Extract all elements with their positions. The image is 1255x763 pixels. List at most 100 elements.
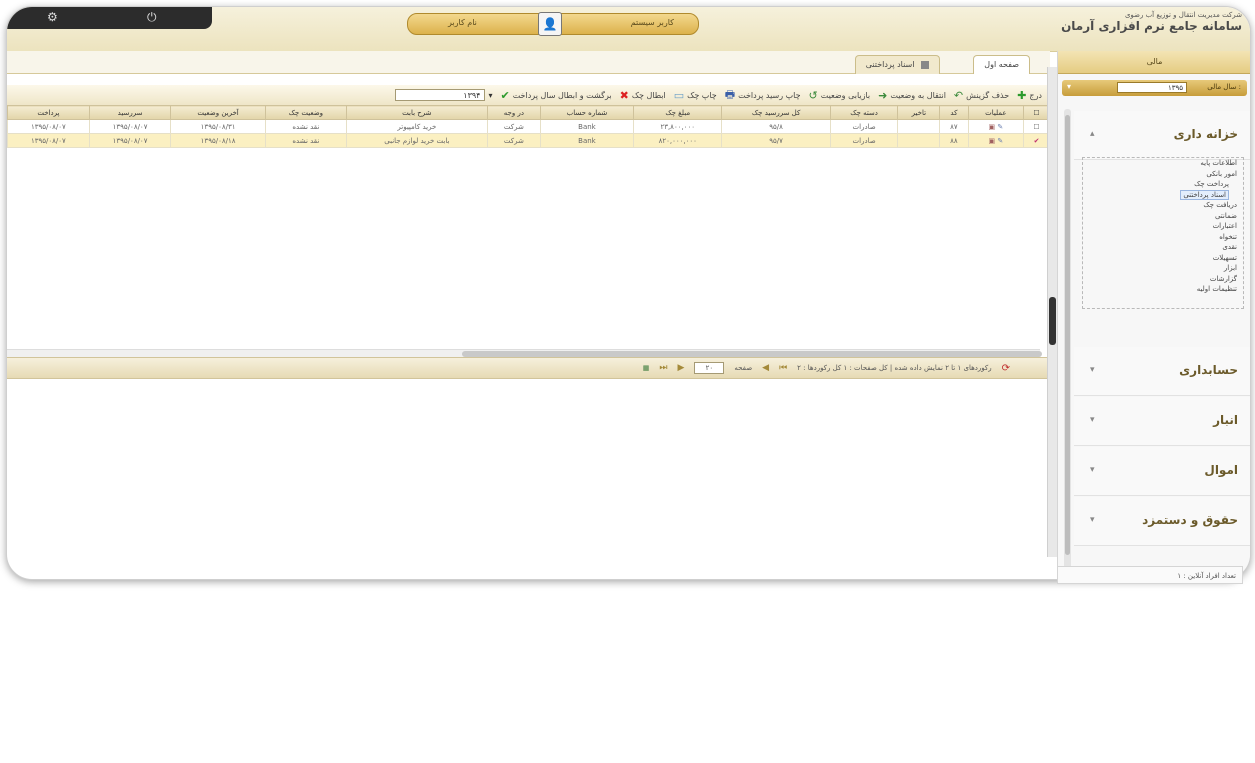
column-header[interactable]: پرداخت — [7, 105, 90, 120]
user-name: نام کاربر — [448, 18, 477, 27]
module-assets[interactable]: اموال ▾ — [1074, 447, 1250, 496]
tree-node[interactable]: تسهیلات — [1083, 253, 1243, 264]
column-header[interactable]: کل سررسید چک — [721, 105, 831, 120]
tree-node-selected[interactable]: اسناد پرداختنی — [1083, 189, 1243, 201]
chevron-down-icon[interactable]: ▾ — [1090, 465, 1095, 475]
company-name: شرکت مدیریت انتقال و توزیع آب رضوی — [1124, 11, 1242, 19]
module-payroll[interactable]: حقوق و دستمزد ▾ — [1074, 497, 1250, 546]
app-title: سامانه جامع نرم افزاری آرمان — [1061, 19, 1242, 33]
tree-node[interactable]: اطلاعات پایه — [1083, 158, 1243, 169]
status-cell: نقد نشده — [264, 133, 347, 148]
column-header[interactable]: مبلغ چک — [632, 105, 723, 120]
first-page-icon[interactable]: ⏮ — [779, 363, 787, 373]
chevron-down-icon[interactable]: ▾ — [1090, 415, 1095, 425]
splitter-handle[interactable] — [1049, 297, 1056, 345]
top-bar: ⚙ ⏻ نام کاربر 👤 کاربر سیستم شرکت مدیریت … — [7, 7, 1250, 52]
row-checkbox[interactable]: ✔ — [1023, 133, 1050, 148]
row-actions[interactable]: ✎ ▣ — [967, 119, 1025, 134]
tab-home[interactable]: صفحه اول — [973, 55, 1030, 74]
cancel-check-button[interactable]: ✖ ابطال چک — [620, 89, 666, 102]
sidebar-scroll-thumb[interactable] — [1065, 115, 1070, 555]
remove-selection-button[interactable]: ↶ حذف گزینش — [954, 89, 1009, 102]
chevron-down-icon[interactable]: ▾ — [1090, 515, 1095, 525]
tree-node[interactable]: پرداخت چک — [1083, 179, 1243, 190]
code-cell: ۸۷ — [939, 119, 969, 134]
module-label: اموال — [1204, 463, 1238, 477]
close-icon[interactable] — [921, 60, 929, 69]
tree-node[interactable]: امور بانکی — [1083, 169, 1243, 180]
tree-node[interactable]: دریافت چک — [1083, 200, 1243, 211]
insert-button[interactable]: ✚ درج — [1017, 89, 1042, 102]
table-row[interactable]: ✔ ✎ ▣ ۸۸ صادرات ۹۵/۷ ۸۲۰,۰۰۰,۰۰۰ Bank شر… — [7, 133, 1050, 148]
row-actions[interactable]: ✎ ▣ — [967, 133, 1025, 148]
module-label: انبار — [1213, 413, 1238, 427]
desc-cell: خرید کامپیوتر — [345, 119, 488, 134]
book-cell: صادرات — [829, 133, 899, 148]
user-role: کاربر سیستم — [630, 18, 674, 27]
user-pill[interactable]: نام کاربر 👤 کاربر سیستم — [407, 12, 699, 36]
select-all-checkbox[interactable]: ☐ — [1023, 105, 1050, 120]
view-icon[interactable]: ▣ — [988, 137, 995, 145]
toolbar: ✚ درج ↶ حذف گزینش ➜ انتقال به وضعیت ↺ بازیاب… — [7, 85, 1050, 106]
page-size-select[interactable]: ۲۰ — [694, 362, 725, 374]
chevron-down-icon[interactable]: ▾ — [1067, 82, 1071, 91]
module-treasury[interactable]: خزانه داری ▴ — [1074, 111, 1250, 160]
column-header[interactable]: آخرین وضعیت — [170, 105, 266, 120]
last-page-icon[interactable]: ⏭ — [659, 363, 667, 373]
settings-icon[interactable]: ⚙ — [47, 10, 58, 24]
column-header[interactable]: شماره حساب — [539, 105, 634, 120]
tree-node[interactable]: تنظیمات اولیه — [1083, 284, 1243, 295]
tree-node[interactable]: نقدی — [1083, 242, 1243, 253]
view-icon[interactable]: ▣ — [988, 123, 995, 131]
move-status-button[interactable]: ➜ انتقال به وضعیت — [878, 89, 946, 102]
sidebar-scrollbar[interactable] — [1064, 109, 1071, 579]
return-cancel-button[interactable]: ✔ برگشت و ابطال سال پرداخت — [500, 89, 611, 102]
row-checkbox[interactable]: ☐ — [1023, 119, 1050, 134]
column-header[interactable]: عملیات — [967, 105, 1025, 120]
app-window: ⚙ ⏻ نام کاربر 👤 کاربر سیستم شرکت مدیریت … — [6, 6, 1251, 580]
tab-label: اسناد پرداختنی — [865, 60, 915, 69]
tree-node[interactable]: تنخواه — [1083, 232, 1243, 243]
chevron-up-icon[interactable]: ▴ — [1090, 129, 1095, 139]
tab-payable-docs[interactable]: اسناد پرداختنی — [854, 55, 940, 74]
pager-summary: رکوردهای ۱ تا ۲ نمایش داده شده | کل صفحا… — [797, 364, 992, 372]
tree-node[interactable]: ضمانتی — [1083, 211, 1243, 222]
column-header[interactable]: دسته چک — [829, 105, 899, 120]
export-icon[interactable]: ▦ — [643, 364, 650, 372]
page-label: صفحه — [734, 364, 753, 372]
column-header[interactable]: سررسید — [88, 105, 172, 120]
sidebar: مالی سال مالی : ۱۳۹۵ ▾ خزانه داری ▴ اطلا… — [1057, 51, 1250, 579]
edit-icon[interactable]: ✎ — [997, 137, 1003, 145]
column-header[interactable]: شرح بابت — [345, 105, 488, 120]
column-header[interactable]: کد — [939, 105, 969, 120]
tree-node[interactable]: اعتبارات — [1083, 221, 1243, 232]
tree-node[interactable]: ابزار — [1083, 263, 1243, 274]
fiscal-year-select[interactable]: ۱۳۹۵ — [1117, 82, 1187, 93]
print-check-button[interactable]: ▭ چاپ چک — [674, 89, 717, 102]
refresh-icon[interactable]: ⟳ — [1002, 363, 1010, 374]
add-icon: ✚ — [1017, 88, 1027, 102]
column-header[interactable]: تاخیر — [897, 105, 941, 120]
power-icon[interactable]: ⏻ — [147, 10, 157, 25]
table-header-row: ☐ عملیات کد تاخیر دسته چک کل سررسید چک م… — [7, 105, 1050, 120]
print-receipt-button[interactable]: 🖶 چاپ رسید پرداخت — [725, 86, 801, 105]
online-users-bar: تعداد افراد آنلاین : ۱ — [1057, 566, 1243, 584]
table-row[interactable]: ☐ ✎ ▣ ۸۷ صادرات ۹۵/۸ ۲۳,۸۰۰,۰۰۰ Bank شرک… — [7, 119, 1050, 134]
column-header[interactable]: در وجه — [486, 105, 541, 120]
tree-node[interactable]: گزارشات — [1083, 274, 1243, 285]
prev-page-icon[interactable]: ◀ — [762, 363, 769, 373]
column-header[interactable]: وضعیت چک — [264, 105, 347, 120]
module-warehouse[interactable]: انبار ▾ — [1074, 397, 1250, 446]
chevron-down-icon[interactable]: ▾ — [488, 91, 492, 100]
module-accounting[interactable]: حسابداری ▾ — [1074, 347, 1250, 396]
due-cell: ۹۵/۷ — [721, 133, 831, 148]
year-select[interactable]: ۱۳۹۴ ▾ — [395, 89, 492, 101]
restore-status-button[interactable]: ↺ بازیابی وضعیت — [809, 89, 871, 102]
code-cell: ۸۸ — [939, 133, 969, 148]
pay-date-cell: ۱۳۹۵/۰۸/۰۷ — [7, 133, 90, 148]
next-page-icon[interactable]: ▶ — [677, 363, 684, 373]
edit-icon[interactable]: ✎ — [997, 123, 1003, 131]
chevron-down-icon[interactable]: ▾ — [1090, 365, 1095, 375]
forward-icon: ➜ — [878, 88, 888, 102]
year-select-value[interactable]: ۱۳۹۴ — [395, 89, 486, 101]
